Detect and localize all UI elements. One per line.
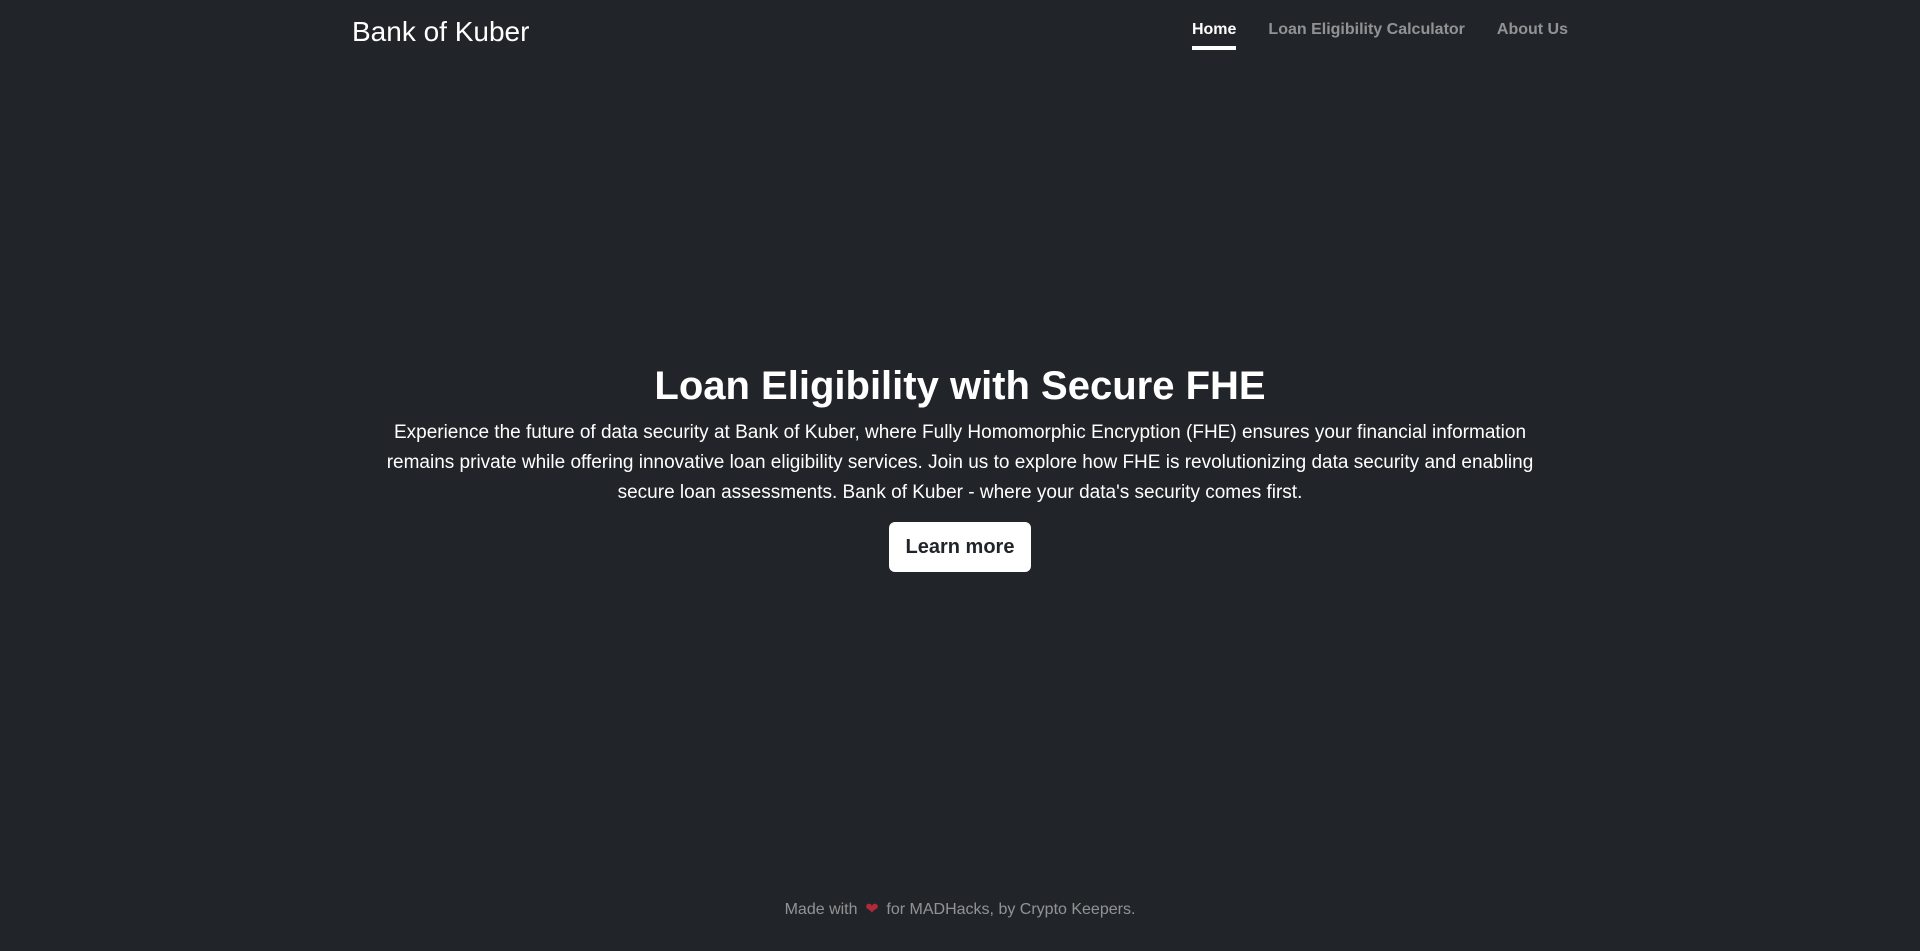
hero-description: Experience the future of data security a… (386, 422, 1534, 503)
hero-title: Loan Eligibility with Secure FHE (654, 364, 1266, 408)
nav-menu: Home Loan Eligibility Calculator About U… (1191, 18, 1568, 50)
hero-section: Loan Eligibility with Secure FHE Experie… (352, 360, 1568, 572)
footer-prefix: Made with (784, 901, 858, 918)
nav-link-about-us[interactable]: About Us (1497, 18, 1568, 50)
nav-link-home[interactable]: Home (1191, 18, 1237, 50)
page: Bank of Kuber Home Loan Eligibility Calc… (0, 0, 1920, 951)
heart-icon: ❤ (865, 901, 879, 918)
brand-logo-text[interactable]: Bank of Kuber (352, 12, 529, 52)
navbar: Bank of Kuber Home Loan Eligibility Calc… (352, 0, 1568, 64)
footer-suffix: for MADHacks, by Crypto Keepers. (886, 901, 1136, 918)
nav-link-loan-eligibility-calculator[interactable]: Loan Eligibility Calculator (1268, 18, 1464, 50)
learn-more-button[interactable]: Learn more (888, 522, 1032, 572)
footer: Made with ❤ for MADHacks, by Crypto Keep… (0, 898, 1920, 922)
